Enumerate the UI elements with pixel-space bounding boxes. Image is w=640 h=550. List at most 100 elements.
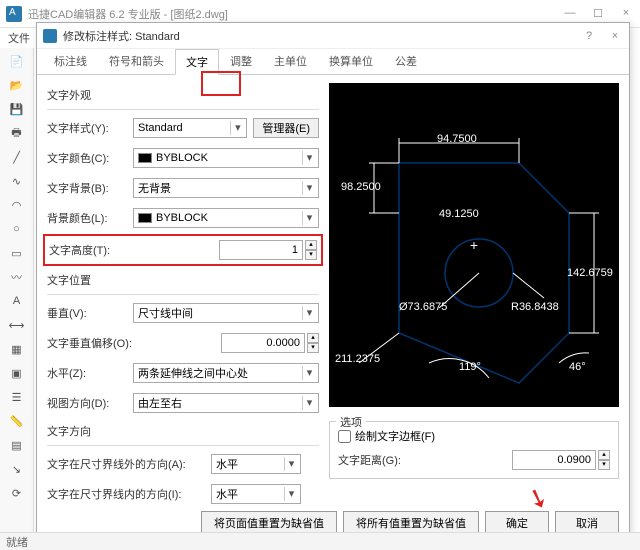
arc-icon[interactable]: ◠ [8,196,26,214]
manager-button[interactable]: 管理器(E) [253,118,319,138]
spin-up-icon: ▴ [307,333,319,343]
dialog-title: 修改标注样式: Standard [63,28,581,44]
dim-value: 94.7500 [437,133,477,145]
label-text-bg: 文字背景(B): [47,180,133,196]
text-icon[interactable]: A [8,292,26,310]
layer-icon[interactable]: ☰ [8,388,26,406]
line-icon[interactable]: ╱ [8,148,26,166]
right-pane: + 94.7500 98.2500 49.1250 Ø73.6875 R36.8… [329,83,619,514]
chevron-down-icon: ▾ [302,151,316,165]
combo-inside-dir[interactable]: 水平▾ [211,484,301,504]
legend-options: 选项 [336,414,366,430]
tab-dimlines[interactable]: 标注线 [43,48,98,74]
polyline-icon[interactable]: ∿ [8,172,26,190]
group-text-position: 文字位置 [47,272,319,288]
dim-value: Ø73.6875 [399,301,447,313]
row-viewdir: 视图方向(D): 由左至右▾ [47,393,319,413]
combo-vertical[interactable]: 尺寸线中间▾ [133,303,319,323]
chevron-down-icon: ▾ [302,306,316,320]
group-options: 选项 绘制文字边框(F) 文字距离(G): ▴▾ [329,421,619,479]
tab-symbols[interactable]: 符号和箭头 [98,48,175,74]
row-text-color: 文字颜色(C): BYBLOCK▾ [47,148,319,168]
chevron-down-icon: ▾ [284,457,298,471]
spinner-text-height[interactable]: ▴▾ [305,240,317,260]
dim-icon[interactable]: ⟷ [8,316,26,334]
label-text-style: 文字样式(Y): [47,120,133,136]
statusbar: 就绪 [0,532,640,550]
tab-alternate[interactable]: 换算单位 [318,48,384,74]
row-vertical: 垂直(V): 尺寸线中间▾ [47,303,319,323]
chevron-down-icon: ▾ [302,211,316,225]
spin-down-icon: ▾ [598,460,610,470]
label-outside-dir: 文字在尺寸界线外的方向(A): [47,456,211,472]
dialog-help-button[interactable]: ? [581,30,597,42]
close-button[interactable]: × [618,7,634,20]
file-icon[interactable]: 📄 [8,52,26,70]
maximize-button[interactable]: ☐ [590,7,606,20]
combo-outside-dir[interactable]: 水平▾ [211,454,301,474]
input-offset[interactable] [221,333,305,353]
label-offset: 文字垂直偏移(O): [47,335,167,351]
spin-up-icon: ▴ [305,240,317,250]
table-icon[interactable]: ▤ [8,436,26,454]
window-buttons: — ☐ × [562,7,634,20]
block-icon[interactable]: ▣ [8,364,26,382]
menu-file-truncated[interactable]: 文件 [8,30,30,46]
minimize-button[interactable]: — [562,7,578,20]
input-text-height[interactable] [219,240,303,260]
app-icon [6,6,22,22]
color-swatch [138,213,152,223]
combo-text-bg[interactable]: 无背景▾ [133,178,319,198]
label-text-color: 文字颜色(C): [47,150,133,166]
status-text: 就绪 [6,534,28,550]
print-icon[interactable]: 🖶 [8,124,26,142]
leader-icon[interactable]: ↘ [8,460,26,478]
dim-value: R36.8438 [511,301,559,313]
row-outside-dir: 文字在尺寸界线外的方向(A): 水平▾ [47,454,319,474]
spin-down-icon: ▾ [307,343,319,353]
label-text-gap: 文字距离(G): [338,452,418,468]
preview-panel: + 94.7500 98.2500 49.1250 Ø73.6875 R36.8… [329,83,619,407]
label-horizontal: 水平(Z): [47,365,133,381]
row-offset: 文字垂直偏移(O): ▴▾ [47,333,319,353]
tab-text[interactable]: 文字 [175,49,219,75]
annotation-height-highlight: 文字高度(T): ▴▾ [43,234,323,266]
chevron-down-icon: ▾ [302,396,316,410]
rect-icon[interactable]: ▭ [8,244,26,262]
dialog-close-button[interactable]: × [607,30,623,42]
dim-value: 142.6759 [567,267,613,279]
tab-tolerance[interactable]: 公差 [384,48,428,74]
hatch-icon[interactable]: ▦ [8,340,26,358]
tab-primary[interactable]: 主单位 [263,48,318,74]
dim-value: 119° [459,361,481,373]
dim-value: 49.1250 [439,208,479,220]
combo-viewdir[interactable]: 由左至右▾ [133,393,319,413]
circle-icon[interactable]: ○ [8,220,26,238]
row-text-bg: 文字背景(B): 无背景▾ [47,178,319,198]
checkbox-text-frame[interactable] [338,430,351,443]
dim-value: 98.2500 [341,181,381,193]
input-text-gap[interactable] [512,450,596,470]
tab-fit[interactable]: 调整 [219,48,263,74]
spline-icon[interactable]: 〰 [8,268,26,286]
group-text-direction: 文字方向 [47,423,319,439]
combo-horizontal[interactable]: 两条延伸线之间中心处▾ [133,363,319,383]
chevron-down-icon: ▾ [284,487,298,501]
dialog-tabs: 标注线 符号和箭头 文字 调整 主单位 换算单位 公差 [37,49,629,75]
crosshair-icon: + [470,237,478,253]
spinner-offset[interactable]: ▴▾ [307,333,319,353]
spinner-text-gap[interactable]: ▴▾ [598,450,610,470]
combo-bg-color[interactable]: BYBLOCK▾ [133,208,319,228]
refresh-icon[interactable]: ⟳ [8,484,26,502]
dim-value: 211.2375 [335,353,380,365]
combo-text-color[interactable]: BYBLOCK▾ [133,148,319,168]
left-toolbar: 📄 📂 💾 🖶 ╱ ∿ ◠ ○ ▭ 〰 A ⟷ ▦ ▣ ☰ 📏 ▤ ↘ ⟳ [0,48,34,546]
save-icon[interactable]: 💾 [8,100,26,118]
label-vertical: 垂直(V): [47,305,133,321]
chevron-down-icon: ▾ [230,121,244,135]
measure-icon[interactable]: 📏 [8,412,26,430]
dimstyle-dialog: 修改标注样式: Standard ? × 标注线 符号和箭头 文字 调整 主单位… [36,22,630,542]
combo-text-style[interactable]: Standard▾ [133,118,247,138]
chevron-down-icon: ▾ [302,181,316,195]
open-icon[interactable]: 📂 [8,76,26,94]
